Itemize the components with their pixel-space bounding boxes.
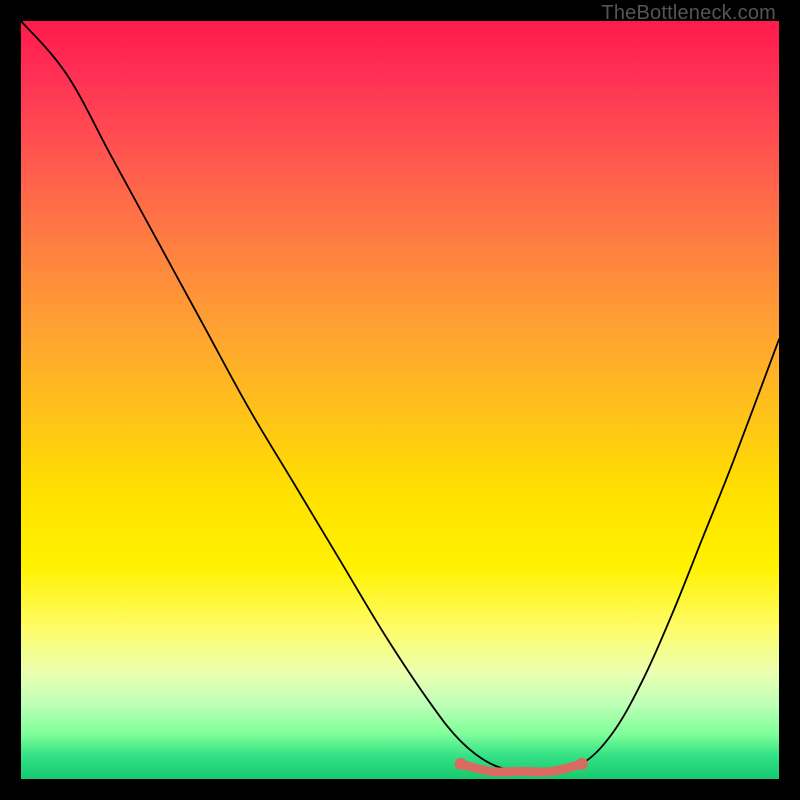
optimal-end-dot <box>576 758 588 770</box>
plot-area <box>21 21 779 779</box>
chart-svg <box>21 21 779 779</box>
chart-container: TheBottleneck.com <box>0 0 800 800</box>
bottleneck-curve-path <box>21 21 779 772</box>
optimal-start-dot <box>455 758 467 770</box>
optimal-band-path <box>461 764 582 772</box>
